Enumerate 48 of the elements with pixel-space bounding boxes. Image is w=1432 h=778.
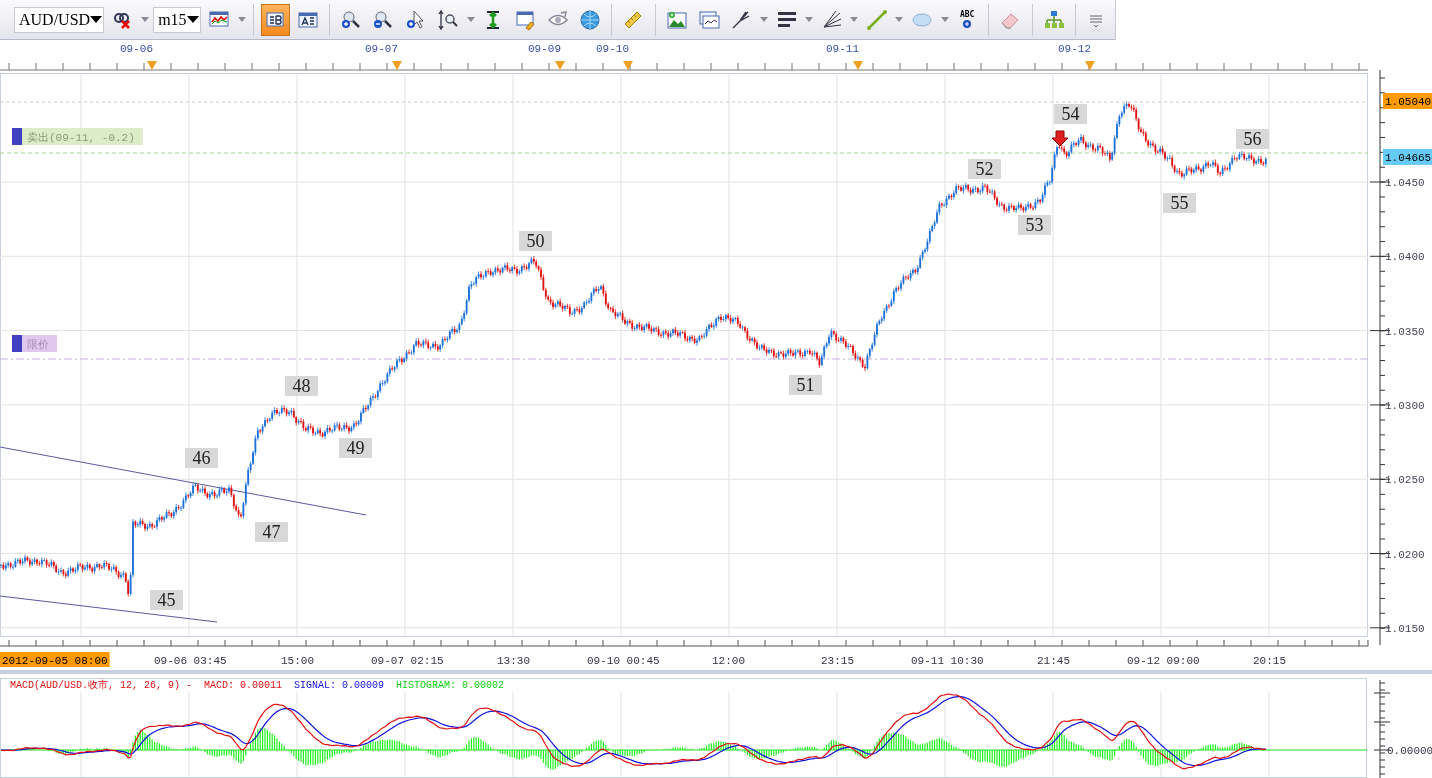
histogram-value: HISTOGRAM: 0.00002 [396, 680, 505, 691]
time-label: 21:45 [1037, 655, 1070, 667]
date-label: 09-07 [365, 43, 398, 55]
macd-value: MACD: 0.00011 [204, 680, 283, 691]
price-label: 1.0350 [1385, 325, 1425, 338]
price-marker: 1.04665 [1383, 149, 1432, 165]
wave-label: 54 [1054, 104, 1087, 124]
price-marker: 1.05040 [1383, 93, 1432, 109]
date-label: 09-12 [1058, 43, 1091, 55]
wave-label: 47 [255, 522, 288, 542]
time-label: 15:00 [281, 655, 314, 667]
date-label: 09-09 [528, 43, 561, 55]
time-label: 09-12 09:00 [1127, 655, 1200, 667]
wave-label: 51 [789, 375, 822, 395]
date-label: 09-10 [596, 43, 629, 55]
symbol-select[interactable]: AUD/USD [14, 6, 104, 33]
time-label: 23:15 [821, 655, 854, 667]
wave-label: 55 [1163, 193, 1196, 213]
price-label: 1.0200 [1385, 548, 1425, 561]
time-label: 09-11 10:30 [911, 655, 984, 667]
date-label: 09-06 [120, 43, 153, 55]
time-label: 12:00 [712, 655, 745, 667]
timeframe-select[interactable]: m15 [153, 6, 202, 33]
price-label: 1.0300 [1385, 399, 1425, 412]
toolbar-button[interactable]: ABC [952, 3, 982, 36]
signal-value: SIGNAL: 0.00009 [294, 680, 385, 691]
text-label: ABC [959, 10, 975, 19]
date-label: 09-11 [826, 43, 859, 55]
price-label: 1.0450 [1385, 177, 1425, 189]
time-label: 09-10 00:45 [587, 655, 660, 667]
indicator-title: MACD(AUD/USD.收市, 12, 26, 9) - [10, 680, 193, 691]
macd-axis-label: 0.00000 [1387, 745, 1432, 757]
wave-label: 56 [1236, 129, 1269, 149]
time-label: 09-07 02:15 [371, 655, 444, 667]
wave-label: 52 [968, 159, 1001, 179]
time-label: 20:15 [1253, 655, 1286, 667]
wave-label: 50 [519, 231, 552, 251]
time-label: 2012-09-05 08:00 [0, 652, 110, 667]
price-label: 1.0400 [1385, 251, 1425, 264]
price-label: 1.0250 [1385, 474, 1425, 487]
wave-label: 53 [1018, 215, 1051, 235]
price-label: 1.0150 [1385, 622, 1425, 635]
time-label: 13:30 [497, 655, 530, 667]
wave-label: 49 [339, 438, 372, 458]
wave-label: 46 [185, 448, 218, 468]
wave-label: 45 [150, 590, 183, 610]
wave-label: 48 [285, 376, 318, 396]
time-label: 09-06 03:45 [154, 655, 227, 667]
